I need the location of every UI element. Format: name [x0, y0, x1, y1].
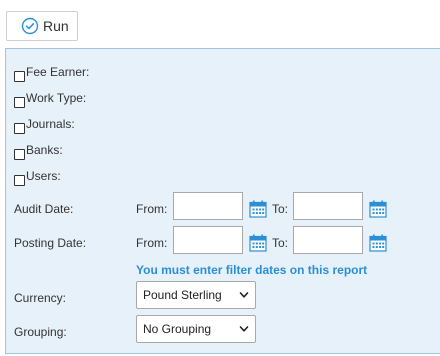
grouping-selected-value: No Grouping — [143, 322, 212, 336]
date-warning-message: You must enter filter dates on this repo… — [136, 263, 368, 277]
calendar-icon[interactable] — [249, 234, 267, 252]
users-label: Users: — [26, 169, 61, 183]
currency-select[interactable]: Pound Sterling — [136, 281, 256, 309]
posting-date-from-input[interactable] — [173, 226, 243, 254]
users-checkbox[interactable] — [14, 175, 25, 186]
posting-to-label: To: — [272, 236, 289, 250]
fee-earner-filter: Fee Earner: — [14, 64, 89, 82]
audit-date-label: Audit Date: — [14, 202, 74, 216]
work-type-label: Work Type: — [26, 91, 87, 105]
chevron-down-icon — [239, 292, 249, 298]
audit-date-to-input[interactable] — [293, 192, 363, 220]
work-type-checkbox[interactable] — [14, 97, 25, 108]
users-filter: Users: — [14, 168, 61, 186]
check-circle-icon — [21, 17, 39, 35]
work-type-filter: Work Type: — [14, 90, 86, 108]
filter-panel: Fee Earner: Work Type: Journals: Banks: … — [5, 48, 440, 354]
calendar-icon[interactable] — [369, 200, 387, 218]
journals-checkbox[interactable] — [14, 123, 25, 134]
audit-from-label: From: — [136, 202, 168, 216]
journals-filter: Journals: — [14, 116, 75, 134]
banks-checkbox[interactable] — [14, 149, 25, 160]
run-button[interactable]: Run — [6, 11, 78, 41]
posting-date-label: Posting Date: — [14, 236, 87, 250]
grouping-select[interactable]: No Grouping — [136, 315, 256, 343]
audit-to-label: To: — [272, 202, 289, 216]
currency-label: Currency: — [14, 291, 67, 305]
calendar-icon[interactable] — [249, 200, 267, 218]
toolbar: Run — [0, 0, 440, 46]
journals-label: Journals: — [26, 117, 75, 131]
grouping-label: Grouping: — [14, 325, 67, 339]
chevron-down-icon — [239, 326, 249, 332]
fee-earner-checkbox[interactable] — [14, 71, 25, 82]
currency-selected-value: Pound Sterling — [143, 288, 222, 302]
fee-earner-label: Fee Earner: — [26, 65, 90, 79]
posting-from-label: From: — [136, 236, 168, 250]
banks-label: Banks: — [26, 143, 63, 157]
posting-date-to-input[interactable] — [293, 226, 363, 254]
run-button-label: Run — [43, 18, 69, 34]
calendar-icon[interactable] — [369, 234, 387, 252]
audit-date-from-input[interactable] — [173, 192, 243, 220]
banks-filter: Banks: — [14, 142, 63, 160]
